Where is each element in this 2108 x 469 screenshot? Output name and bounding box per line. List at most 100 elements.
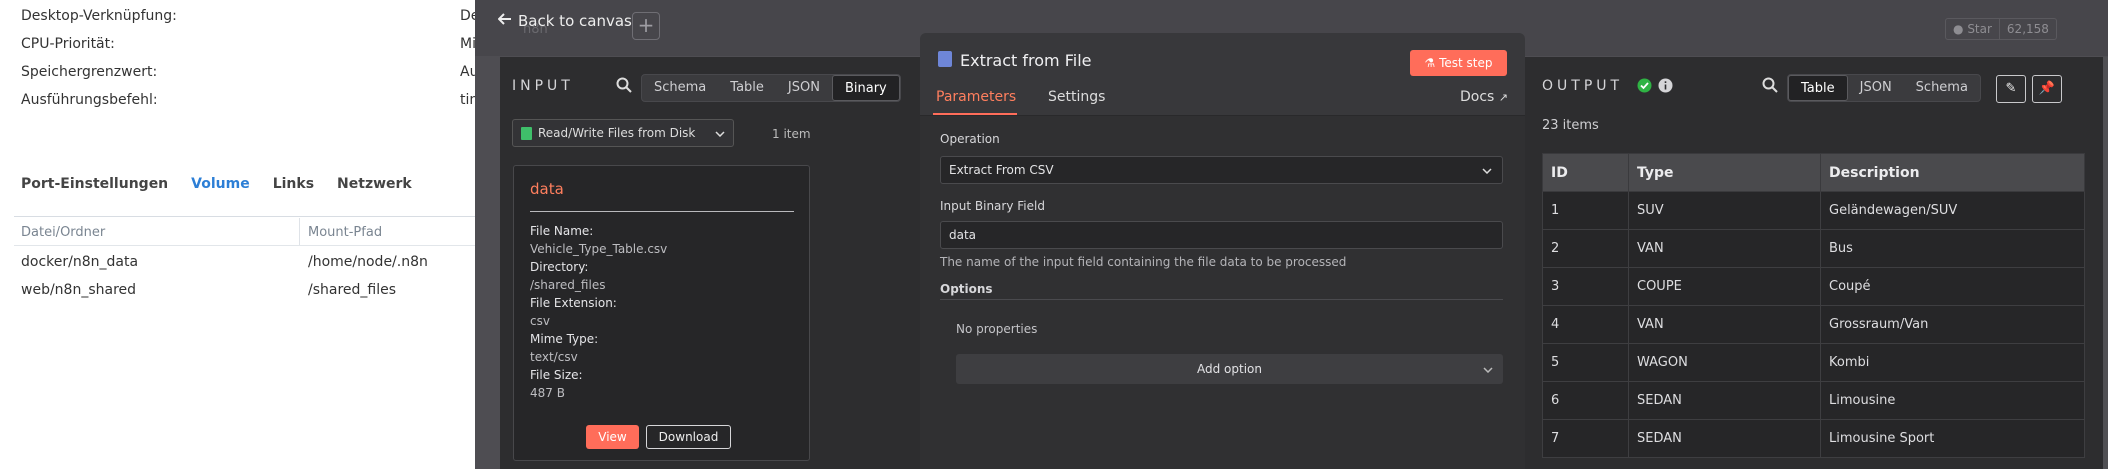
table-cell[interactable]: docker/n8n_data	[21, 254, 138, 270]
table-cell[interactable]: Limousine	[1820, 381, 2085, 420]
divider	[530, 211, 794, 212]
binary-field-label: Input Binary Field	[940, 199, 1045, 213]
input-item-count: 1 item	[772, 127, 811, 141]
column-header-id[interactable]: ID	[1542, 153, 1629, 192]
table-cell[interactable]: VAN	[1628, 229, 1821, 268]
input-view-schema[interactable]: Schema	[642, 75, 718, 101]
scrollbar[interactable]	[2103, 57, 2108, 469]
tab-parameters[interactable]: Parameters	[936, 89, 1016, 105]
column-divider	[299, 218, 300, 246]
input-view-switcher: Schema Table JSON Binary	[641, 74, 901, 102]
table-cell[interactable]: SEDAN	[1628, 419, 1821, 458]
search-icon[interactable]	[1762, 77, 1778, 97]
no-properties-text: No properties	[956, 322, 1038, 336]
table-row[interactable]: 4 VAN Grossraum/Van	[1542, 305, 2085, 344]
docs-link[interactable]: Docs ↗	[1460, 89, 1508, 105]
background-tabs: Port-Einstellungen Volume Links Netzwerk	[21, 176, 412, 192]
table-cell[interactable]: 1	[1542, 191, 1629, 230]
chevron-down-icon	[1483, 354, 1493, 384]
setting-label-shortcut: Desktop-Verknüpfung:	[21, 8, 177, 24]
back-label: Back to canvas	[518, 12, 632, 30]
add-node-button[interactable]: +	[632, 12, 660, 40]
docs-label: Docs	[1460, 89, 1495, 105]
table-cell[interactable]: 6	[1542, 381, 1629, 420]
input-view-table[interactable]: Table	[718, 75, 776, 101]
info-icon[interactable]	[1658, 78, 1673, 97]
setting-value-cpu: Mi	[460, 36, 476, 52]
test-step-label: Test step	[1439, 56, 1493, 70]
input-view-binary[interactable]: Binary	[831, 75, 900, 101]
output-view-json[interactable]: JSON	[1848, 75, 1904, 101]
table-cell[interactable]: Coupé	[1820, 267, 2085, 306]
tab-settings[interactable]: Settings	[1048, 89, 1105, 105]
table-cell[interactable]: 3	[1542, 267, 1629, 306]
node-title[interactable]: Extract from File	[960, 51, 1091, 70]
options-label: Options	[940, 282, 993, 296]
output-view-table[interactable]: Table	[1788, 75, 1848, 101]
operation-label: Operation	[940, 132, 1000, 146]
view-button[interactable]: View	[586, 425, 639, 449]
output-table: ID Type Description 1 SUV Geländewagen/SUV…	[1542, 153, 2085, 458]
back-to-canvas-button[interactable]: Back to canvas	[497, 12, 632, 30]
table-row[interactable]: 6 SEDAN Limousine	[1542, 381, 2085, 420]
table-cell[interactable]: 7	[1542, 419, 1629, 458]
github-star-widget[interactable]: ● Star 62,158	[1945, 18, 2057, 40]
file-info-key: File Extension:	[530, 296, 617, 310]
edit-output-button[interactable]: ✎	[1996, 75, 2026, 103]
column-header-type[interactable]: Type	[1628, 153, 1821, 192]
table-row[interactable]: 2 VAN Bus	[1542, 229, 2085, 268]
pencil-icon: ✎	[2005, 81, 2017, 96]
extract-file-icon	[938, 51, 952, 67]
table-cell[interactable]: web/n8n_shared	[21, 282, 136, 298]
tab-links[interactable]: Links	[273, 176, 314, 192]
table-cell[interactable]: Kombi	[1820, 343, 2085, 382]
table-cell[interactable]: 4	[1542, 305, 1629, 344]
arrow-left-icon	[497, 12, 512, 30]
table-cell[interactable]: Geländewagen/SUV	[1820, 191, 2085, 230]
input-title: INPUT	[512, 78, 574, 94]
table-cell[interactable]: 2	[1542, 229, 1629, 268]
github-star-button[interactable]: ● Star	[1945, 18, 2000, 40]
tab-network[interactable]: Netzwerk	[337, 176, 412, 192]
divider	[14, 216, 480, 217]
tab-volume[interactable]: Volume	[191, 176, 250, 192]
pin-data-button[interactable]: 📌	[2032, 75, 2062, 103]
table-cell[interactable]: Bus	[1820, 229, 2085, 268]
table-cell[interactable]: 5	[1542, 343, 1629, 382]
operation-select[interactable]: Extract From CSV	[940, 156, 1503, 184]
table-cell[interactable]: SEDAN	[1628, 381, 1821, 420]
table-row[interactable]: 7 SEDAN Limousine Sport	[1542, 419, 2085, 458]
input-node-select[interactable]: Read/Write Files from Disk	[512, 119, 734, 147]
divider	[14, 245, 480, 246]
table-cell[interactable]: /shared_files	[308, 282, 396, 298]
add-option-label: Add option	[1197, 362, 1262, 376]
output-view-schema[interactable]: Schema	[1904, 75, 1980, 101]
table-row[interactable]: 1 SUV Geländewagen/SUV	[1542, 191, 2085, 230]
table-cell[interactable]: /home/node/.n8n	[308, 254, 428, 270]
download-button[interactable]: Download	[646, 425, 731, 449]
check-circle-icon	[1637, 78, 1652, 97]
table-cell[interactable]: SUV	[1628, 191, 1821, 230]
binary-field-hint: The name of the input field containing t…	[940, 255, 1347, 269]
add-option-select[interactable]: Add option	[956, 354, 1503, 384]
output-table-body: 1 SUV Geländewagen/SUV 2 VAN Bus 3 COUPE Coupé 4 V…	[1542, 191, 2085, 458]
file-info-value: Vehicle_Type_Table.csv	[530, 242, 668, 256]
output-view-switcher: Table JSON Schema	[1787, 74, 1981, 102]
tab-port-settings[interactable]: Port-Einstellungen	[21, 176, 168, 192]
background-app: Desktop-Verknüpfung: CPU-Priorität: Spei…	[0, 0, 480, 469]
table-cell[interactable]: VAN	[1628, 305, 1821, 344]
input-view-json[interactable]: JSON	[776, 75, 832, 101]
table-cell[interactable]: Limousine Sport	[1820, 419, 2085, 458]
file-info-key: Mime Type:	[530, 332, 599, 346]
table-cell[interactable]: COUPE	[1628, 267, 1821, 306]
table-row[interactable]: 5 WAGON Kombi	[1542, 343, 2085, 382]
table-cell[interactable]: WAGON	[1628, 343, 1821, 382]
column-header-description[interactable]: Description	[1820, 153, 2085, 192]
table-cell[interactable]: Grossraum/Van	[1820, 305, 2085, 344]
file-info-value: /shared_files	[530, 278, 606, 292]
search-icon[interactable]	[616, 77, 632, 97]
table-row[interactable]: 3 COUPE Coupé	[1542, 267, 2085, 306]
binary-field-input[interactable]: data	[940, 221, 1503, 249]
parameters-body: Operation Extract From CSV Input Binary …	[920, 116, 1525, 469]
test-step-button[interactable]: ⚗ Test step	[1410, 50, 1507, 76]
